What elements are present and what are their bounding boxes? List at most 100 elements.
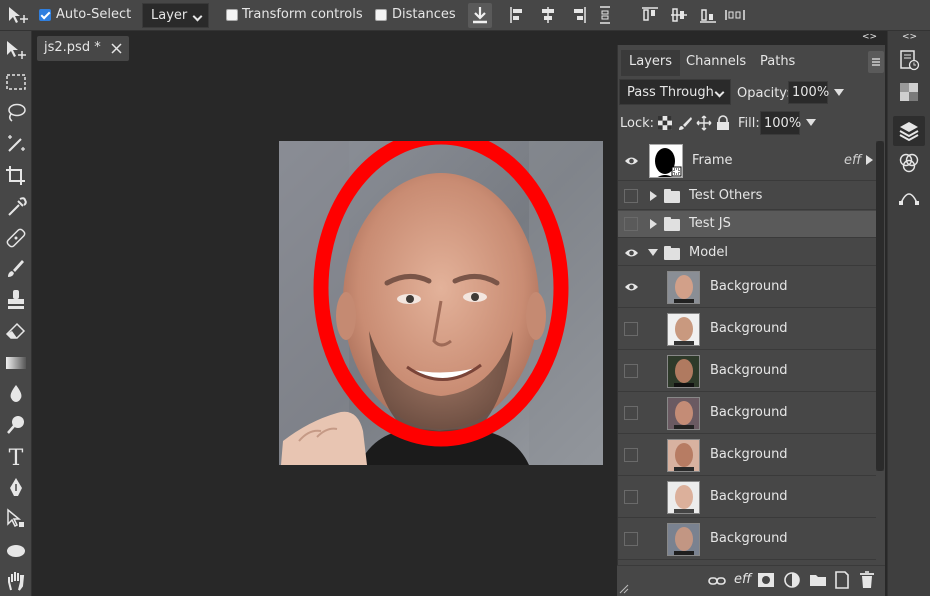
- layer-fx-badge[interactable]: eff: [844, 153, 861, 168]
- lock-pixels-icon[interactable]: [677, 115, 693, 131]
- resize-grip-icon[interactable]: [619, 584, 629, 594]
- fill-input[interactable]: 100%: [760, 111, 802, 135]
- visibility-toggle[interactable]: [624, 364, 638, 378]
- layer-name: Background: [710, 531, 788, 546]
- distribute-vertical-icon[interactable]: [598, 6, 612, 24]
- transform-controls-checkbox[interactable]: [226, 9, 238, 21]
- fill-value: 100%: [764, 116, 802, 131]
- layer-row-background[interactable]: Background: [618, 267, 876, 308]
- layer-row-background[interactable]: Background: [618, 477, 876, 518]
- blend-mode-select[interactable]: Pass Through: [619, 79, 731, 105]
- blend-mode-value: Pass Through: [627, 85, 714, 100]
- download-button[interactable]: [468, 3, 492, 28]
- marquee-tool-icon[interactable]: [3, 69, 29, 95]
- paths-icon[interactable]: [898, 185, 920, 207]
- adjustment-layer-icon[interactable]: [784, 572, 800, 588]
- hand-tool-icon[interactable]: [3, 568, 29, 594]
- visibility-toggle[interactable]: [624, 532, 638, 546]
- history-icon[interactable]: [898, 49, 920, 71]
- lock-all-icon[interactable]: [716, 115, 730, 131]
- layer-row-test-js[interactable]: Test JS: [618, 211, 876, 238]
- visibility-toggle[interactable]: [624, 448, 638, 462]
- align-bottom-icon[interactable]: [699, 6, 717, 24]
- eraser-tool-icon[interactable]: [3, 319, 29, 345]
- delete-layer-icon[interactable]: [859, 571, 875, 589]
- close-icon[interactable]: [111, 43, 122, 54]
- blur-tool-icon[interactable]: [3, 381, 29, 407]
- type-tool-icon[interactable]: T: [3, 444, 29, 470]
- tab-channels[interactable]: Channels: [678, 50, 754, 76]
- group-expand-icon[interactable]: [650, 219, 657, 229]
- document-image[interactable]: [279, 141, 603, 465]
- add-mask-icon[interactable]: [758, 573, 774, 587]
- layer-row-test-others[interactable]: Test Others: [618, 182, 876, 210]
- align-right-icon[interactable]: [569, 6, 587, 24]
- path-selection-tool-icon[interactable]: [3, 506, 29, 532]
- visibility-toggle[interactable]: [624, 217, 638, 231]
- tab-layers[interactable]: Layers: [621, 50, 681, 76]
- shape-tool-icon[interactable]: [3, 537, 29, 563]
- dodge-tool-icon[interactable]: [3, 412, 29, 438]
- gradient-tool-icon[interactable]: [3, 350, 29, 376]
- link-layers-icon[interactable]: [708, 575, 726, 587]
- eye-icon[interactable]: [624, 248, 639, 258]
- group-collapse-icon[interactable]: [648, 249, 658, 256]
- swatches-icon[interactable]: [898, 81, 920, 103]
- new-group-icon[interactable]: [809, 573, 827, 587]
- visibility-toggle[interactable]: [624, 322, 638, 336]
- layer-thumbnail: [667, 397, 700, 430]
- distribute-horizontal-icon[interactable]: [725, 8, 745, 22]
- layer-row-background[interactable]: Background: [618, 309, 876, 350]
- opacity-input[interactable]: 100%: [788, 81, 829, 104]
- move-tool-icon[interactable]: [3, 38, 29, 64]
- brush-tool-icon[interactable]: [3, 256, 29, 282]
- new-layer-icon[interactable]: [834, 571, 850, 589]
- lock-position-icon[interactable]: [696, 115, 712, 131]
- auto-select-checkbox[interactable]: [39, 9, 51, 21]
- svg-text:T: T: [9, 446, 24, 470]
- layers-scrollbar[interactable]: [876, 141, 884, 471]
- align-center-horizontal-icon[interactable]: [539, 6, 557, 24]
- layer-thumbnail: [667, 523, 700, 556]
- opacity-dropdown-icon[interactable]: [834, 89, 844, 96]
- face-thumbnail: [674, 485, 694, 513]
- layers-dock-button[interactable]: [893, 116, 925, 146]
- layer-row-background[interactable]: Background: [618, 393, 876, 434]
- distances-checkbox[interactable]: [375, 9, 387, 21]
- move-tool-icon[interactable]: [7, 6, 29, 26]
- channels-icon[interactable]: [898, 152, 920, 174]
- align-top-icon[interactable]: [641, 6, 659, 24]
- pen-tool-icon[interactable]: [3, 475, 29, 501]
- document-tab[interactable]: js2.psd *: [37, 36, 129, 61]
- crop-tool-icon[interactable]: [3, 163, 29, 189]
- eyedropper-tool-icon[interactable]: [3, 194, 29, 220]
- lasso-tool-icon[interactable]: [3, 100, 29, 126]
- magic-wand-tool-icon[interactable]: [3, 131, 29, 157]
- align-middle-icon[interactable]: [670, 6, 688, 24]
- clone-stamp-tool-icon[interactable]: [3, 287, 29, 313]
- tab-paths[interactable]: Paths: [752, 50, 803, 76]
- visibility-toggle[interactable]: [624, 406, 638, 420]
- layer-row-background[interactable]: Background: [618, 435, 876, 476]
- layer-select[interactable]: Layer: [142, 3, 209, 28]
- healing-brush-tool-icon[interactable]: [3, 225, 29, 251]
- layer-row-background[interactable]: Background: [618, 519, 876, 560]
- visibility-toggle[interactable]: [624, 490, 638, 504]
- panel-menu-button[interactable]: [868, 51, 884, 73]
- align-left-icon[interactable]: [509, 6, 527, 24]
- layer-row-background[interactable]: Background: [618, 351, 876, 392]
- eye-icon[interactable]: [624, 156, 639, 166]
- visibility-toggle[interactable]: [624, 189, 638, 203]
- eye-icon[interactable]: [624, 282, 639, 292]
- expand-effects-icon[interactable]: [866, 155, 873, 165]
- add-layer-style-button[interactable]: eff: [734, 572, 751, 587]
- layers-scrollbar-thumb[interactable]: [876, 141, 884, 471]
- layer-row-model[interactable]: Model: [618, 239, 876, 266]
- collapse-panel-button[interactable]: <>: [862, 32, 877, 42]
- auto-select-label: Auto-Select: [56, 7, 132, 22]
- group-expand-icon[interactable]: [650, 191, 657, 201]
- lock-transparency-icon[interactable]: [658, 116, 672, 130]
- layer-row-frame[interactable]: Frame eff: [618, 141, 876, 181]
- fill-dropdown-icon[interactable]: [806, 119, 816, 126]
- collapse-dock-button[interactable]: <>: [902, 32, 917, 42]
